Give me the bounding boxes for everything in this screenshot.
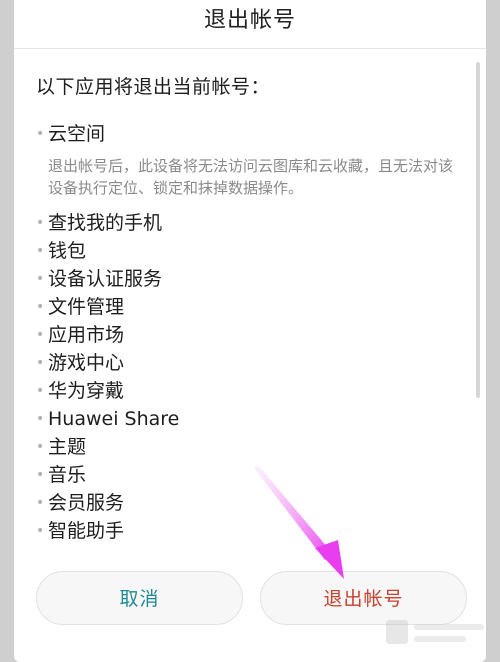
list-item-label: 会员服务 (48, 492, 125, 514)
list-item-label: 设备认证服务 (48, 268, 163, 290)
cancel-button[interactable]: 取消 (36, 571, 243, 625)
list-item: • 钱包 (36, 237, 466, 265)
watermark-logo-icon (386, 620, 484, 644)
list-item: • 查找我的手机 (36, 209, 466, 237)
bullet-icon: • (36, 467, 45, 483)
list-item-label: Huawei Share (48, 408, 180, 430)
bullet-icon: • (36, 243, 45, 259)
list-item: • 智能助手 (36, 517, 466, 545)
list-item: • 主题 (36, 433, 466, 461)
bullet-icon: • (36, 271, 45, 287)
app-list: • 查找我的手机 • 钱包 • 设备认证服务 • 文件管理 • 应用市场 • 游戏中心 • 华… (36, 209, 466, 545)
list-item: • 音乐 (36, 461, 466, 489)
list-item: • 游戏中心 (36, 349, 466, 377)
bullet-icon: • (36, 327, 45, 343)
dialog-title: 退出帐号 (203, 8, 296, 33)
list-item-label: 应用市场 (48, 324, 125, 346)
dialog-content[interactable]: 以下应用将退出当前帐号： • 云空间 退出帐号后，此设备将无法访问云图库和云收藏，… (36, 72, 466, 545)
bullet-icon: • (36, 523, 45, 539)
bullet-icon: • (36, 495, 45, 511)
list-item-label: 文件管理 (48, 296, 125, 318)
cloud-description: 退出帐号后，此设备将无法访问云图库和云收藏，且无法对该设备执行定位、锁定和抹掉数… (48, 157, 454, 197)
bullet-icon: • (36, 355, 45, 371)
list-item: • 华为穿戴 (36, 377, 466, 405)
bullet-icon: • (36, 299, 45, 315)
list-item: • 会员服务 (36, 489, 466, 517)
list-item: • 应用市场 (36, 321, 466, 349)
bullet-icon: • (36, 383, 45, 399)
list-item-label: 主题 (48, 436, 87, 458)
list-item-label: 音乐 (48, 464, 87, 486)
list-item-label: 智能助手 (48, 520, 125, 542)
scrollbar[interactable] (476, 62, 480, 398)
list-item-label: 华为穿戴 (48, 380, 125, 402)
screen: 退出帐号 以下应用将退出当前帐号： • 云空间 退出帐号后，此设备将无法访问云图库… (0, 0, 500, 662)
bullet-icon: • (36, 411, 45, 427)
list-item: • Huawei Share (36, 405, 466, 433)
list-item-label: 钱包 (48, 240, 87, 262)
bullet-icon: • (36, 439, 45, 455)
title-divider (14, 48, 486, 49)
list-item: • 设备认证服务 (36, 265, 466, 293)
list-item-cloud: • 云空间 (36, 121, 466, 147)
intro-text: 以下应用将退出当前帐号： (36, 76, 271, 98)
list-item-label: 游戏中心 (48, 352, 125, 374)
list-item: • 文件管理 (36, 293, 466, 321)
bullet-icon: • (36, 215, 45, 231)
bullet-icon: • (36, 126, 45, 142)
list-item-label: 云空间 (48, 123, 106, 145)
list-item-label: 查找我的手机 (48, 212, 163, 234)
logout-dialog: 退出帐号 以下应用将退出当前帐号： • 云空间 退出帐号后，此设备将无法访问云图库… (14, 0, 486, 662)
